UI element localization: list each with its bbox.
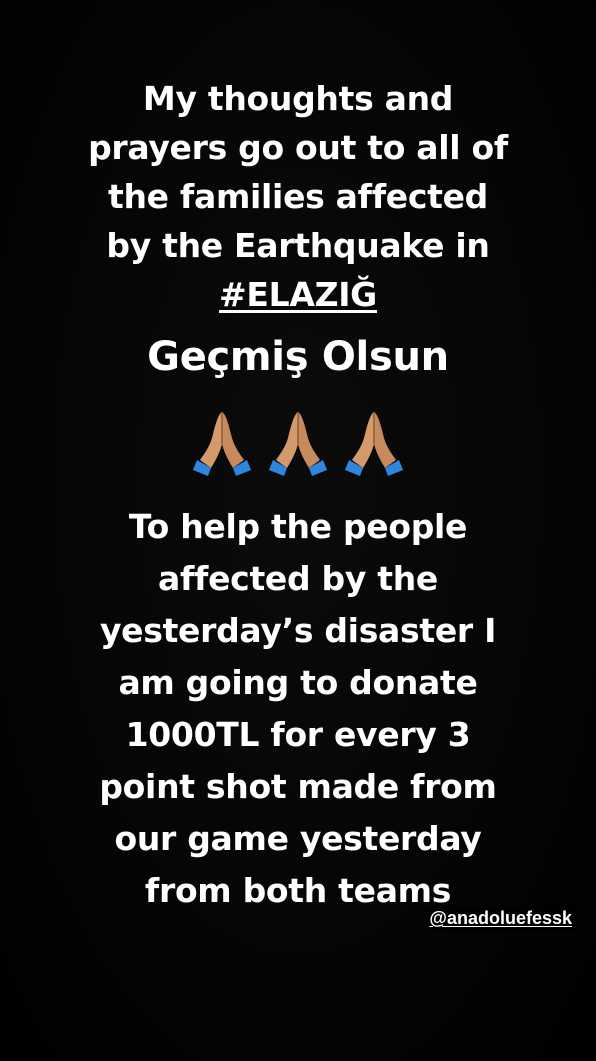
donation-line: To help the people	[128, 507, 468, 546]
intro-text: My thoughts and prayers go out to all of…	[0, 74, 596, 319]
folded-hands-icon	[345, 412, 403, 476]
folded-hands-icon	[269, 412, 327, 476]
intro-line: by the Earthquake in	[106, 226, 490, 265]
folded-hands-icon	[193, 412, 251, 476]
donation-line: 1000TL for every 3	[125, 715, 471, 754]
hashtag-link[interactable]: #ELAZIĞ	[219, 275, 377, 314]
greeting-text: Geçmiş Olsun	[147, 334, 449, 380]
donation-line: our game yesterday	[114, 819, 482, 858]
donation-text: To help the people affected by the yeste…	[0, 501, 596, 917]
donation-line: yesterday’s disaster I	[99, 611, 497, 650]
emoji-row	[0, 404, 596, 476]
donation-line: affected by the	[158, 559, 438, 598]
intro-line: the families affected	[107, 177, 488, 216]
donation-line: point shot made from	[99, 767, 497, 806]
intro-line: My thoughts and	[142, 79, 454, 118]
mention-tag[interactable]: @anadoluefessk	[425, 906, 576, 931]
donation-line: am going to donate	[118, 663, 478, 702]
story-canvas: My thoughts and prayers go out to all of…	[0, 0, 596, 1061]
intro-line: prayers go out to all of	[88, 128, 508, 167]
